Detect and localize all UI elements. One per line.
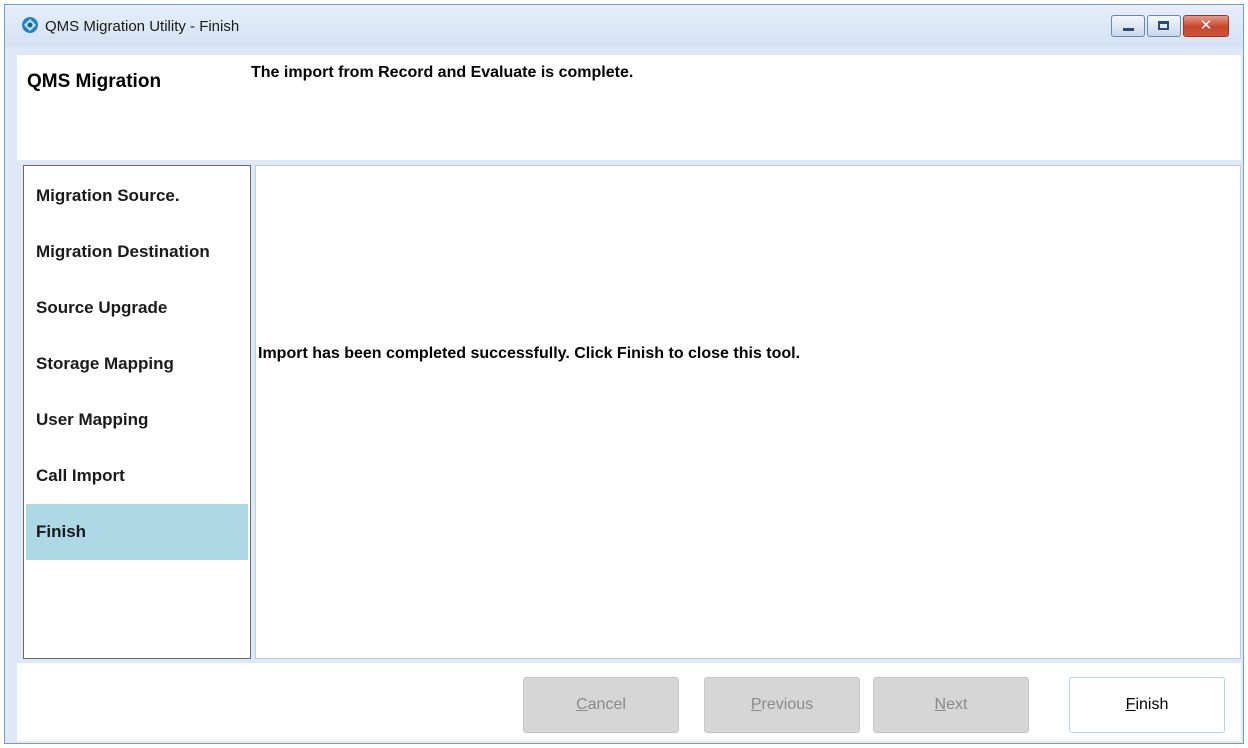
step-finish[interactable]: Finish [26,504,248,560]
completion-message: Import has been completed successfully. … [258,345,801,362]
wizard-header: QMS Migration The import from Record and… [17,55,1241,160]
step-source-upgrade[interactable]: Source Upgrade [26,280,248,336]
steps-sidebar: Migration Source. Migration Destination … [23,165,251,659]
close-button[interactable]: ✕ [1183,15,1229,37]
close-icon: ✕ [1199,17,1213,34]
cancel-label: ancel [587,696,626,713]
step-user-mapping[interactable]: User Mapping [26,392,248,448]
content-panel: Import has been completed successfully. … [255,165,1241,659]
title-bar[interactable]: QMS Migration Utility - Finish ✕ [5,5,1243,47]
finish-mnemonic: F [1125,696,1136,713]
header-title: QMS Migration [27,71,162,92]
window-title: QMS Migration Utility - Finish [45,18,240,35]
next-mnemonic: N [934,696,947,713]
previous-mnemonic: P [750,696,762,713]
step-migration-destination[interactable]: Migration Destination [26,224,248,280]
header-message: The import from Record and Evaluate is c… [251,64,634,81]
previous-button[interactable]: Previous [704,677,860,733]
next-label: ext [946,696,968,713]
minimize-button[interactable] [1111,15,1145,37]
minimize-icon [1123,28,1134,31]
previous-label: revious [761,696,814,713]
next-button[interactable]: Next [873,677,1029,733]
finish-label: inish [1135,696,1169,713]
cancel-button[interactable]: Cancel [523,677,679,733]
step-storage-mapping[interactable]: Storage Mapping [26,336,248,392]
step-migration-source[interactable]: Migration Source. [26,168,248,224]
maximize-button[interactable] [1147,15,1181,37]
step-call-import[interactable]: Call Import [26,448,248,504]
button-bar: Cancel Previous Next Finish [17,663,1241,741]
finish-button[interactable]: Finish [1069,677,1225,733]
cancel-mnemonic: C [576,696,588,713]
app-window: QMS Migration Utility - Finish ✕ QMS Mig… [4,4,1244,744]
qms-logo-icon [22,17,38,33]
maximize-icon [1158,21,1169,30]
